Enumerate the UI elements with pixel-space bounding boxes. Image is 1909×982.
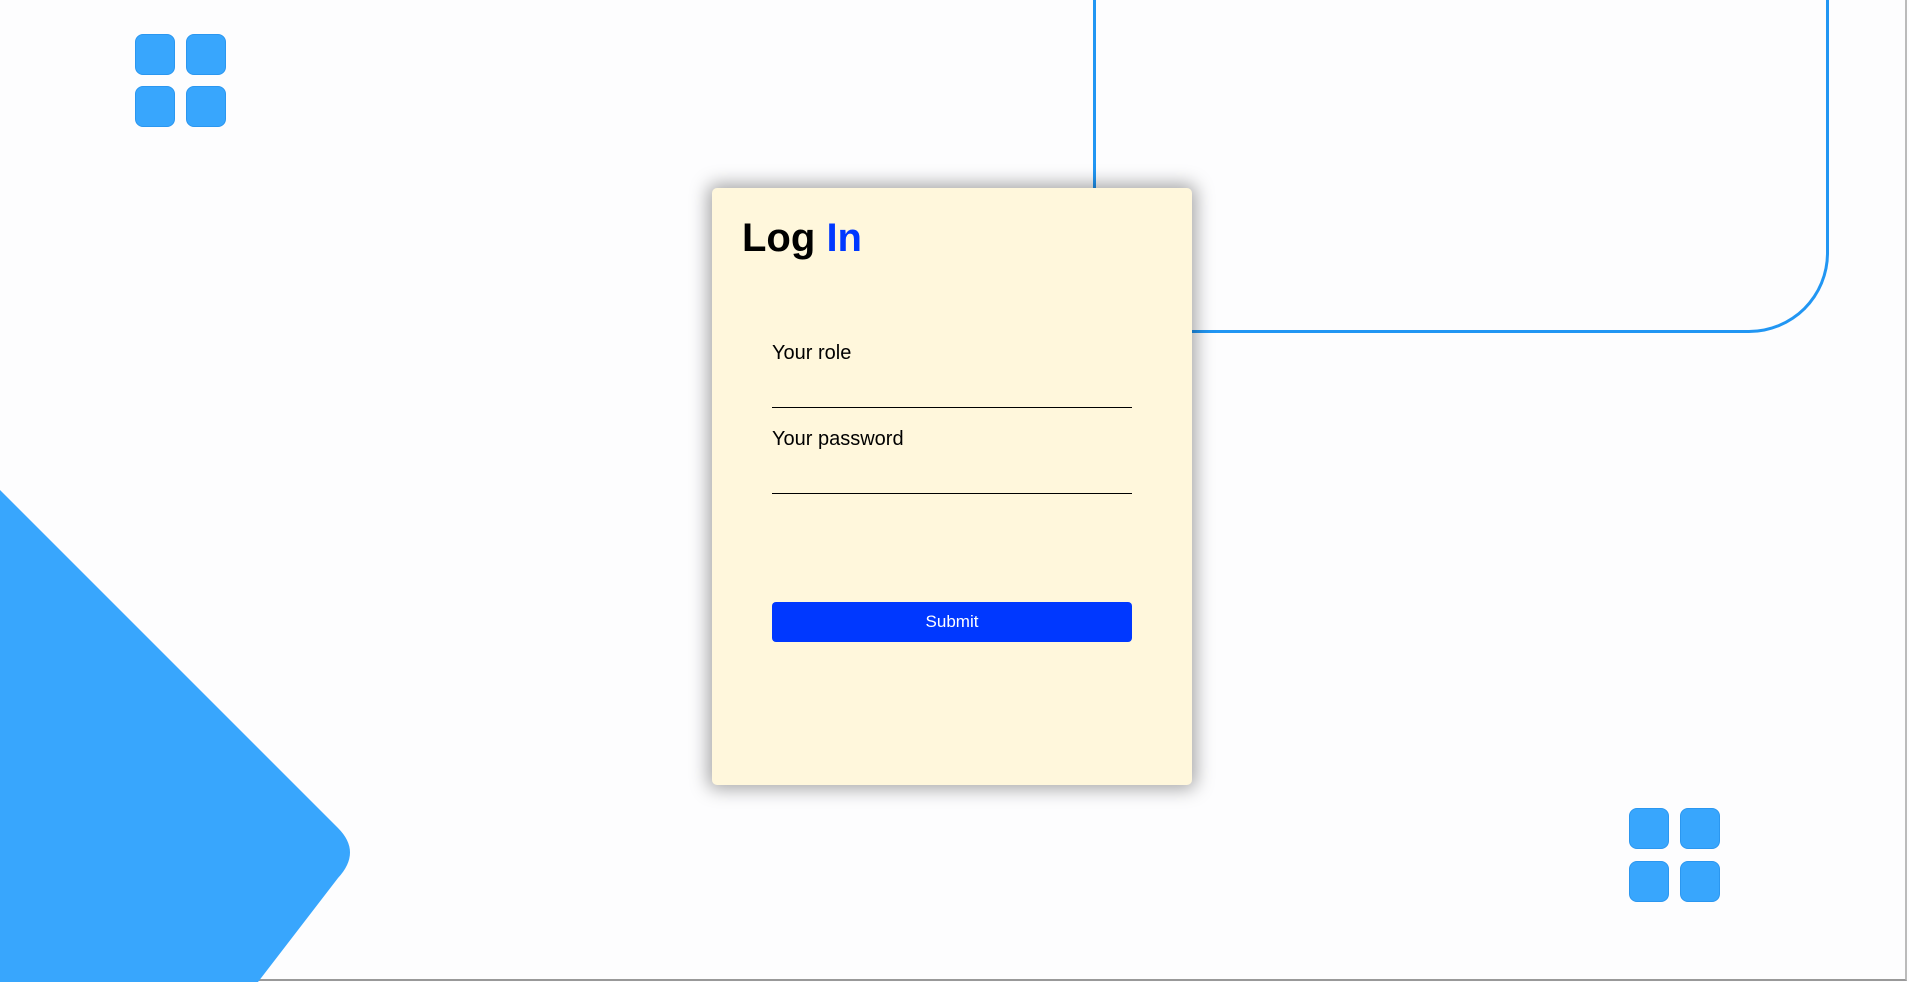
password-label: Your password [772, 428, 904, 450]
grid-icon [135, 34, 227, 127]
submit-button[interactable]: Submit [772, 602, 1132, 642]
role-input[interactable] [772, 377, 1132, 408]
grid-icon [1629, 808, 1721, 902]
login-card: Log In Your role Your password Submit [712, 188, 1192, 785]
title-log: Log [742, 216, 816, 260]
password-field: Your password [772, 428, 1132, 494]
role-field: Your role [772, 342, 1132, 408]
decorative-outline-box [1093, 0, 1829, 333]
page-title: Log In [742, 216, 862, 261]
decorative-diamond [0, 490, 350, 982]
title-in: In [826, 216, 862, 260]
role-label: Your role [772, 342, 852, 364]
password-input[interactable] [772, 463, 1132, 494]
